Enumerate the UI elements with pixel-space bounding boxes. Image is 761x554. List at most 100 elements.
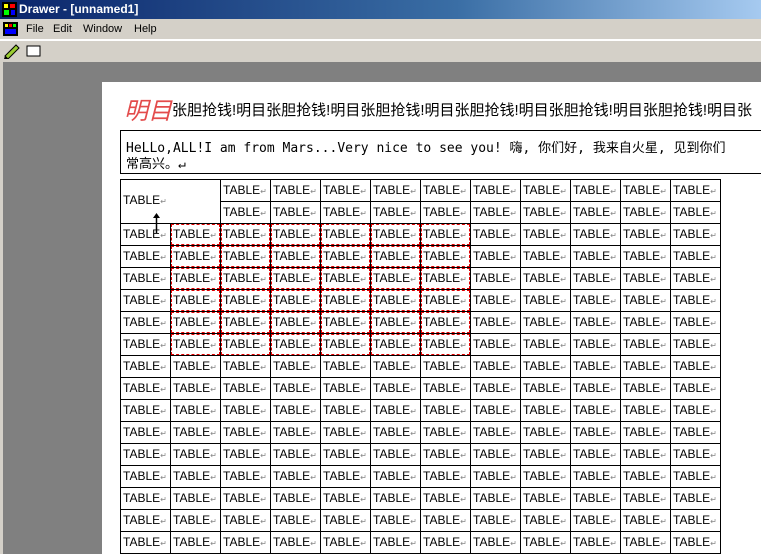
table-cell[interactable]: TABLE↵ bbox=[420, 179, 471, 202]
table-cell[interactable]: TABLE↵ bbox=[670, 421, 721, 444]
table-cell[interactable]: TABLE↵ bbox=[320, 333, 371, 356]
table-cell[interactable]: TABLE↵ bbox=[270, 421, 321, 444]
table-cell[interactable]: TABLE↵ bbox=[220, 509, 271, 532]
table-cell[interactable]: TABLE↵ bbox=[420, 311, 471, 334]
table-cell[interactable]: TABLE↵ bbox=[320, 509, 371, 532]
table-cell[interactable]: TABLE↵ bbox=[470, 311, 521, 334]
table-cell[interactable]: TABLE↵ bbox=[120, 355, 171, 378]
table-cell[interactable]: TABLE↵ bbox=[120, 509, 171, 532]
table-cell[interactable]: TABLE↵ bbox=[170, 531, 221, 554]
table-cell[interactable]: TABLE↵ bbox=[420, 245, 471, 268]
table-cell[interactable]: TABLE↵ bbox=[470, 399, 521, 422]
table-cell[interactable]: TABLE↵ bbox=[470, 333, 521, 356]
table-cell[interactable]: TABLE↵ bbox=[570, 531, 621, 554]
table-cell[interactable]: TABLE↵ bbox=[670, 311, 721, 334]
table-cell[interactable]: TABLE↵ bbox=[470, 443, 521, 466]
table-cell[interactable]: TABLE↵ bbox=[670, 333, 721, 356]
table-cell[interactable]: TABLE↵ bbox=[670, 465, 721, 488]
table-cell[interactable]: TABLE↵ bbox=[520, 509, 571, 532]
table-cell[interactable]: TABLE↵ bbox=[320, 223, 371, 246]
table-cell[interactable]: TABLE↵ bbox=[520, 487, 571, 510]
table-cell[interactable]: TABLE↵ bbox=[620, 333, 671, 356]
table-cell[interactable]: TABLE↵ bbox=[470, 267, 521, 290]
table-cell[interactable]: TABLE↵ bbox=[520, 399, 571, 422]
table-cell[interactable]: TABLE↵ bbox=[570, 223, 621, 246]
table-cell[interactable]: TABLE↵ bbox=[120, 289, 171, 312]
table-cell[interactable]: TABLE↵ bbox=[370, 289, 421, 312]
table-cell[interactable]: TABLE↵ bbox=[570, 377, 621, 400]
table-cell[interactable]: TABLE↵ bbox=[120, 333, 171, 356]
table-cell[interactable]: TABLE↵ bbox=[520, 223, 571, 246]
table-cell[interactable]: TABLE↵ bbox=[470, 487, 521, 510]
table-cell[interactable]: TABLE↵ bbox=[270, 245, 321, 268]
table-cell[interactable]: TABLE↵ bbox=[670, 179, 721, 202]
table-cell[interactable]: TABLE↵ bbox=[320, 289, 371, 312]
table-cell[interactable]: TABLE↵ bbox=[270, 223, 321, 246]
table-cell[interactable]: TABLE↵ bbox=[420, 223, 471, 246]
table-cell[interactable]: TABLE↵ bbox=[620, 487, 671, 510]
table-cell[interactable]: TABLE↵ bbox=[170, 267, 221, 290]
table-cell[interactable]: TABLE↵ bbox=[120, 267, 171, 290]
table-cell[interactable]: TABLE↵ bbox=[420, 355, 471, 378]
table-cell[interactable]: TABLE↵ bbox=[120, 487, 171, 510]
table-cell[interactable]: TABLE↵ bbox=[420, 289, 471, 312]
table-cell[interactable]: TABLE↵ bbox=[620, 355, 671, 378]
table-cell[interactable]: TABLE↵ bbox=[120, 311, 171, 334]
table-cell[interactable]: TABLE↵ bbox=[220, 399, 271, 422]
table-cell[interactable]: TABLE↵ bbox=[270, 267, 321, 290]
table-cell[interactable]: TABLE↵ bbox=[170, 465, 221, 488]
table-cell[interactable]: TABLE↵ bbox=[370, 421, 421, 444]
table-cell[interactable]: TABLE↵ bbox=[270, 311, 321, 334]
table-corner-cell[interactable]: TABLE↵ bbox=[120, 179, 221, 224]
table-cell[interactable]: TABLE↵ bbox=[570, 245, 621, 268]
document-page[interactable]: 明目张胆抢钱!明目张胆抢钱!明目张胆抢钱!明目张胆抢钱!明目张胆抢钱!明目张胆抢… bbox=[102, 82, 761, 554]
table-cell[interactable]: TABLE↵ bbox=[520, 201, 571, 224]
table-cell[interactable]: TABLE↵ bbox=[320, 421, 371, 444]
table-cell[interactable]: TABLE↵ bbox=[520, 377, 571, 400]
table-cell[interactable]: TABLE↵ bbox=[620, 245, 671, 268]
table-cell[interactable]: TABLE↵ bbox=[670, 443, 721, 466]
table-cell[interactable]: TABLE↵ bbox=[370, 179, 421, 202]
text-box[interactable]: HeLLo,ALL!I am from Mars...Very nice to … bbox=[120, 130, 761, 174]
table-cell[interactable]: TABLE↵ bbox=[620, 509, 671, 532]
table-cell[interactable]: TABLE↵ bbox=[470, 465, 521, 488]
table-cell[interactable]: TABLE↵ bbox=[320, 179, 371, 202]
table-cell[interactable]: TABLE↵ bbox=[670, 355, 721, 378]
table-cell[interactable]: TABLE↵ bbox=[670, 377, 721, 400]
table-cell[interactable]: TABLE↵ bbox=[220, 487, 271, 510]
table-cell[interactable]: TABLE↵ bbox=[620, 399, 671, 422]
table-cell[interactable]: TABLE↵ bbox=[420, 421, 471, 444]
table-cell[interactable]: TABLE↵ bbox=[370, 531, 421, 554]
table-cell[interactable]: TABLE↵ bbox=[420, 399, 471, 422]
table-cell[interactable]: TABLE↵ bbox=[270, 201, 321, 224]
table-cell[interactable]: TABLE↵ bbox=[670, 487, 721, 510]
table-cell[interactable]: TABLE↵ bbox=[320, 377, 371, 400]
table-cell[interactable]: TABLE↵ bbox=[620, 443, 671, 466]
table-cell[interactable]: TABLE↵ bbox=[220, 531, 271, 554]
table-cell[interactable]: TABLE↵ bbox=[270, 399, 321, 422]
table-cell[interactable]: TABLE↵ bbox=[120, 245, 171, 268]
table-cell[interactable]: TABLE↵ bbox=[170, 355, 221, 378]
table-cell[interactable]: TABLE↵ bbox=[270, 487, 321, 510]
table-cell[interactable]: TABLE↵ bbox=[470, 509, 521, 532]
table-cell[interactable]: TABLE↵ bbox=[120, 465, 171, 488]
rectangle-icon[interactable] bbox=[25, 43, 43, 59]
table-cell[interactable]: TABLE↵ bbox=[520, 245, 571, 268]
table-cell[interactable]: TABLE↵ bbox=[620, 267, 671, 290]
table-cell[interactable]: TABLE↵ bbox=[570, 399, 621, 422]
table-cell[interactable]: TABLE↵ bbox=[470, 377, 521, 400]
table-cell[interactable]: TABLE↵ bbox=[370, 355, 421, 378]
table-cell[interactable]: TABLE↵ bbox=[270, 443, 321, 466]
table-cell[interactable]: TABLE↵ bbox=[570, 355, 621, 378]
table-cell[interactable]: TABLE↵ bbox=[570, 421, 621, 444]
table-cell[interactable]: TABLE↵ bbox=[270, 333, 321, 356]
table-cell[interactable]: TABLE↵ bbox=[420, 333, 471, 356]
table-cell[interactable]: TABLE↵ bbox=[170, 421, 221, 444]
document-table[interactable]: TABLE↵ TABLE↵ TABLE↵ TABLE↵ TABLE↵ TABLE↵ TABL… bbox=[120, 179, 721, 554]
table-cell[interactable]: TABLE↵ bbox=[320, 487, 371, 510]
table-cell[interactable]: TABLE↵ bbox=[370, 223, 421, 246]
table-cell[interactable]: TABLE↵ bbox=[620, 421, 671, 444]
table-cell[interactable]: TABLE↵ bbox=[320, 355, 371, 378]
table-cell[interactable]: TABLE↵ bbox=[320, 245, 371, 268]
table-cell[interactable]: TABLE↵ bbox=[270, 289, 321, 312]
